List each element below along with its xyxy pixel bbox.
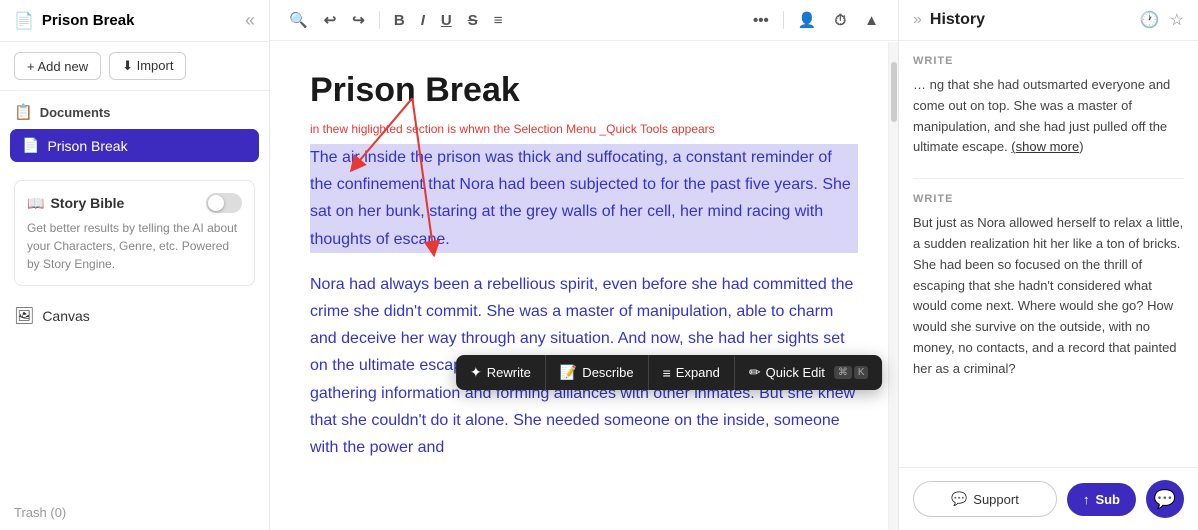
canvas-item[interactable]: 🖼 Canvas bbox=[0, 294, 269, 338]
collapse-button[interactable]: « bbox=[245, 10, 255, 31]
story-bible-toggle[interactable] bbox=[206, 193, 242, 213]
sidebar-header: 📄 Prison Break « bbox=[0, 0, 269, 42]
story-bible-label: Story Bible bbox=[50, 195, 124, 211]
sidebar-footer: Trash (0) bbox=[0, 495, 269, 530]
quick-edit-icon: ✏ bbox=[749, 364, 761, 381]
italic-button[interactable]: I bbox=[416, 9, 430, 32]
list-button[interactable]: ≡ bbox=[489, 9, 508, 32]
sidebar-actions: + Add new ⬇ Import bbox=[0, 42, 269, 91]
history-block-1: WRITE … ng that she had outsmarted every… bbox=[913, 55, 1184, 158]
story-bible-icon: 📖 bbox=[27, 195, 44, 212]
right-header-left: » History bbox=[913, 11, 985, 29]
chat-float-button[interactable]: 💬 bbox=[1146, 480, 1184, 518]
quick-edit-label: Quick Edit bbox=[766, 365, 825, 380]
toolbar-divider-1 bbox=[379, 11, 380, 29]
right-header-icons: 🕐 ☆ bbox=[1140, 10, 1184, 30]
redo-button[interactable]: ↪ bbox=[347, 8, 370, 32]
strikethrough-button[interactable]: S bbox=[463, 9, 483, 32]
editor-area: 🔍 ↩ ↪ B I U S ≡ ••• 👤 ⏱ ▲ Prison Break i… bbox=[270, 0, 898, 530]
editor-scrollbar[interactable] bbox=[888, 42, 898, 530]
support-label: Support bbox=[973, 492, 1019, 507]
undo-button[interactable]: ↩ bbox=[319, 8, 342, 32]
right-panel-title: History bbox=[930, 11, 985, 29]
sidebar-item-prison-break[interactable]: 📄 Prison Break bbox=[10, 129, 259, 162]
search-button[interactable]: 🔍 bbox=[284, 8, 313, 32]
write-label-1: WRITE bbox=[913, 55, 1184, 67]
highlighted-paragraph: The air inside the prison was thick and … bbox=[310, 144, 858, 253]
support-button[interactable]: 💬 Support bbox=[913, 481, 1057, 517]
expand-icon: ≡ bbox=[663, 365, 671, 381]
history-text-2: But just as Nora allowed herself to rela… bbox=[913, 213, 1184, 379]
history-text-1: … ng that she had outsmarted everyone an… bbox=[913, 75, 1184, 158]
sub-button[interactable]: ↑ Sub bbox=[1067, 483, 1136, 516]
sidebar: 📄 Prison Break « + Add new ⬇ Import 📋 Do… bbox=[0, 0, 270, 530]
expand-button[interactable]: ≡ Expand bbox=[649, 356, 735, 390]
sidebar-title: 📄 Prison Break bbox=[14, 11, 134, 31]
story-bible-header: 📖 Story Bible bbox=[27, 193, 242, 213]
write-label-2: WRITE bbox=[913, 193, 1184, 205]
clock-button[interactable]: ⏱ bbox=[829, 9, 851, 32]
story-bible-section: 📖 Story Bible Get better results by tell… bbox=[14, 180, 255, 286]
rewrite-label: Rewrite bbox=[487, 365, 531, 380]
shortcut-display: ⌘ K bbox=[834, 366, 869, 379]
rewrite-button[interactable]: ✦ Rewrite bbox=[456, 355, 546, 390]
active-doc-icon: 📄 bbox=[22, 137, 39, 154]
show-more-close: ) bbox=[1079, 139, 1083, 154]
right-panel-header: » History 🕐 ☆ bbox=[899, 0, 1198, 41]
floating-selection-toolbar: ✦ Rewrite 📝 Describe ≡ Expand ✏ Quick Ed… bbox=[456, 355, 882, 390]
rewrite-icon: ✦ bbox=[470, 364, 482, 381]
story-bible-description: Get better results by telling the AI abo… bbox=[27, 219, 242, 273]
describe-button[interactable]: 📝 Describe bbox=[546, 355, 649, 390]
history-star-icon[interactable]: ☆ bbox=[1170, 10, 1184, 30]
support-icon: 💬 bbox=[951, 491, 967, 507]
documents-section-label: 📋 Documents bbox=[0, 91, 269, 127]
expand-panel-icon[interactable]: » bbox=[913, 11, 922, 29]
up-button[interactable]: ▲ bbox=[859, 9, 884, 32]
cmd-key: ⌘ bbox=[834, 366, 852, 379]
sub-icon: ↑ bbox=[1083, 492, 1090, 507]
describe-icon: 📝 bbox=[560, 364, 577, 381]
history-content: WRITE … ng that she had outsmarted every… bbox=[899, 41, 1198, 467]
quick-edit-button[interactable]: ✏ Quick Edit ⌘ K bbox=[735, 355, 883, 390]
scroll-thumb bbox=[891, 62, 897, 122]
right-panel-footer: 💬 Support ↑ Sub 💬 bbox=[899, 467, 1198, 530]
toolbar-divider-2 bbox=[783, 11, 784, 29]
toolbar-right: 👤 ⏱ ▲ bbox=[793, 8, 884, 32]
canvas-icon: 🖼 bbox=[14, 306, 34, 326]
documents-label: Documents bbox=[40, 105, 111, 120]
k-key: K bbox=[854, 366, 869, 379]
sub-label: Sub bbox=[1095, 492, 1120, 507]
annotation-text: in thew higlighted section is whwn the S… bbox=[310, 122, 858, 136]
editor-toolbar: 🔍 ↩ ↪ B I U S ≡ ••• 👤 ⏱ ▲ bbox=[270, 0, 898, 41]
char-count-button[interactable]: 👤 bbox=[793, 8, 822, 32]
chat-icon: 💬 bbox=[1154, 489, 1176, 510]
documents-icon: 📋 bbox=[14, 103, 33, 121]
bold-button[interactable]: B bbox=[389, 9, 410, 32]
more-button[interactable]: ••• bbox=[748, 9, 774, 32]
underline-button[interactable]: U bbox=[436, 9, 457, 32]
expand-label: Expand bbox=[676, 365, 720, 380]
add-new-button[interactable]: + Add new bbox=[14, 52, 101, 80]
trash-label: Trash (0) bbox=[14, 505, 66, 520]
history-block-2: WRITE But just as Nora allowed herself t… bbox=[913, 193, 1184, 379]
canvas-label: Canvas bbox=[42, 308, 89, 324]
story-bible-title: 📖 Story Bible bbox=[27, 195, 124, 212]
editor-content[interactable]: Prison Break in thew higlighted section … bbox=[270, 41, 898, 530]
history-divider bbox=[913, 178, 1184, 179]
describe-label: Describe bbox=[582, 365, 633, 380]
import-button[interactable]: ⬇ Import bbox=[109, 52, 186, 80]
right-panel: » History 🕐 ☆ WRITE … ng that she had ou… bbox=[898, 0, 1198, 530]
show-more-text[interactable]: show more bbox=[1016, 139, 1080, 154]
document-title: Prison Break bbox=[310, 71, 858, 110]
history-clock-icon[interactable]: 🕐 bbox=[1140, 10, 1160, 30]
document-icon: 📄 bbox=[14, 11, 34, 31]
sidebar-title-text: Prison Break bbox=[42, 12, 135, 29]
active-doc-label: Prison Break bbox=[47, 138, 127, 154]
